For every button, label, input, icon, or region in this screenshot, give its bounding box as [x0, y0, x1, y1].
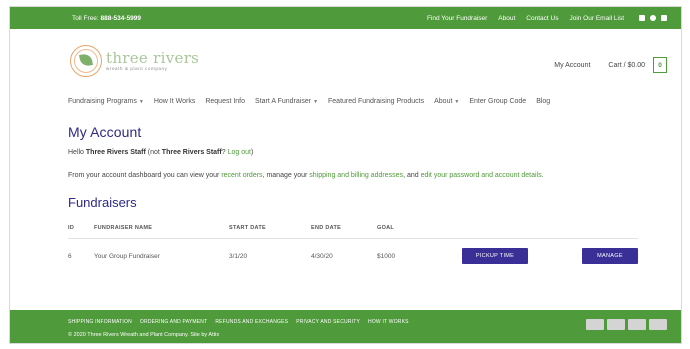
my-account-link[interactable]: My Account — [554, 62, 590, 69]
col-name: FUNDRAISER NAME — [94, 218, 229, 239]
nav-item-about[interactable]: About ▼ — [434, 98, 459, 105]
facebook-icon[interactable] — [639, 15, 645, 21]
instagram-icon[interactable] — [661, 15, 667, 21]
account-details-link[interactable]: edit your password and account details — [421, 172, 542, 179]
top-link-email-list[interactable]: Join Our Email List — [569, 15, 624, 22]
manage-button[interactable]: MANAGE — [582, 248, 638, 265]
addresses-link[interactable]: shipping and billing addresses — [309, 172, 403, 179]
mastercard-icon — [607, 319, 625, 330]
phone-label: Toll Free: — [72, 14, 99, 22]
cell-end: 4/30/20 — [311, 252, 333, 260]
nav-item-request-info[interactable]: Request Info — [205, 98, 245, 105]
fundraisers-title: Fundraisers — [68, 195, 137, 210]
col-id: ID — [68, 218, 94, 239]
site-logo[interactable]: three rivers wreath & plant company — [70, 45, 199, 77]
site-header: three rivers wreath & plant company My A… — [10, 29, 681, 91]
top-nav: Find Your Fundraiser About Contact Us Jo… — [427, 15, 667, 22]
top-link-contact[interactable]: Contact Us — [526, 15, 558, 22]
col-start: START DATE — [229, 218, 311, 239]
cell-goal: $1000 — [377, 252, 396, 260]
account-area: My Account Cart / $0.00 0 — [554, 57, 667, 73]
greeting-text: Hello Three Rivers Staff (not Three Rive… — [68, 149, 254, 156]
cart-link[interactable]: Cart / $0.00 — [608, 62, 645, 69]
footer-links: SHIPPING INFORMATION ORDERING AND PAYMEN… — [68, 319, 409, 325]
logo-text: three rivers wreath & plant company — [106, 49, 200, 72]
chevron-down-icon: ▼ — [454, 98, 460, 105]
phone-number[interactable]: 888-534-5999 — [101, 15, 141, 22]
phone-contact[interactable]: Toll Free: 888-534-5999 — [72, 15, 141, 22]
chevron-down-icon: ▼ — [138, 98, 144, 105]
page-title: My Account — [68, 124, 142, 140]
user-name: Three Rivers Staff — [85, 149, 146, 156]
top-link-about[interactable]: About — [498, 15, 515, 22]
table-header-row: ID FUNDRAISER NAME START DATE END DATE G… — [68, 218, 638, 239]
top-bar: Toll Free: 888-534-5999 Find Your Fundra… — [10, 7, 681, 29]
nav-item-featured-products[interactable]: Featured Fundraising Products — [328, 98, 424, 105]
account-content: My Account Hello Three Rivers Staff (not… — [10, 124, 681, 274]
paypal-icon — [649, 319, 667, 330]
cell-id: 6 — [68, 252, 72, 260]
logo-name: three rivers — [106, 49, 200, 67]
footer-link-how-it-works[interactable]: HOW IT WORKS — [368, 319, 409, 325]
visa-icon — [586, 319, 604, 330]
payment-icons — [586, 319, 667, 330]
site-footer: SHIPPING INFORMATION ORDERING AND PAYMEN… — [10, 310, 681, 343]
footer-link-privacy[interactable]: PRIVACY AND SECURITY — [296, 319, 360, 325]
dashboard-description: From your account dashboard you can view… — [68, 172, 544, 179]
logout-link[interactable]: Log out — [228, 149, 251, 156]
pinterest-icon[interactable] — [650, 15, 656, 21]
footer-link-refunds[interactable]: REFUNDS AND EXCHANGES — [215, 319, 288, 325]
cart-count: 0 — [658, 61, 662, 69]
pickup-time-button[interactable]: PICKUP TIME — [462, 248, 528, 265]
browser-page: Toll Free: 888-534-5999 Find Your Fundra… — [9, 6, 682, 344]
fundraisers-table: ID FUNDRAISER NAME START DATE END DATE G… — [68, 218, 638, 274]
cell-start: 3/1/20 — [229, 252, 248, 260]
col-goal: GOAL — [377, 218, 462, 239]
cart-icon[interactable]: 0 — [653, 57, 667, 73]
nav-item-fundraising-programs[interactable]: Fundraising Programs ▼ — [68, 98, 144, 105]
top-link-find-fundraiser[interactable]: Find Your Fundraiser — [427, 15, 487, 22]
table-row: 6 Your Group Fundraiser 3/1/20 4/30/20 $… — [68, 238, 638, 274]
amex-icon — [628, 319, 646, 330]
nav-item-start-fundraiser[interactable]: Start A Fundraiser ▼ — [255, 98, 318, 105]
footer-link-shipping[interactable]: SHIPPING INFORMATION — [68, 319, 132, 325]
cell-name: Your Group Fundraiser — [94, 252, 160, 260]
social-icons — [639, 15, 667, 21]
nav-item-blog[interactable]: Blog — [536, 98, 550, 105]
copyright: © 2020 Three Rivers Wreath and Plant Com… — [68, 332, 220, 338]
main-nav: Fundraising Programs ▼ How It Works Reque… — [10, 91, 681, 111]
chevron-down-icon: ▼ — [313, 98, 319, 105]
not-user-name: Three Rivers Staff — [161, 149, 222, 156]
recent-orders-link[interactable]: recent orders — [221, 172, 262, 179]
nav-item-how-it-works[interactable]: How It Works — [154, 98, 196, 105]
col-end: END DATE — [311, 218, 377, 239]
nav-item-group-code[interactable]: Enter Group Code — [469, 98, 526, 105]
wreath-logo-icon — [70, 45, 102, 77]
footer-link-ordering[interactable]: ORDERING AND PAYMENT — [140, 319, 207, 325]
